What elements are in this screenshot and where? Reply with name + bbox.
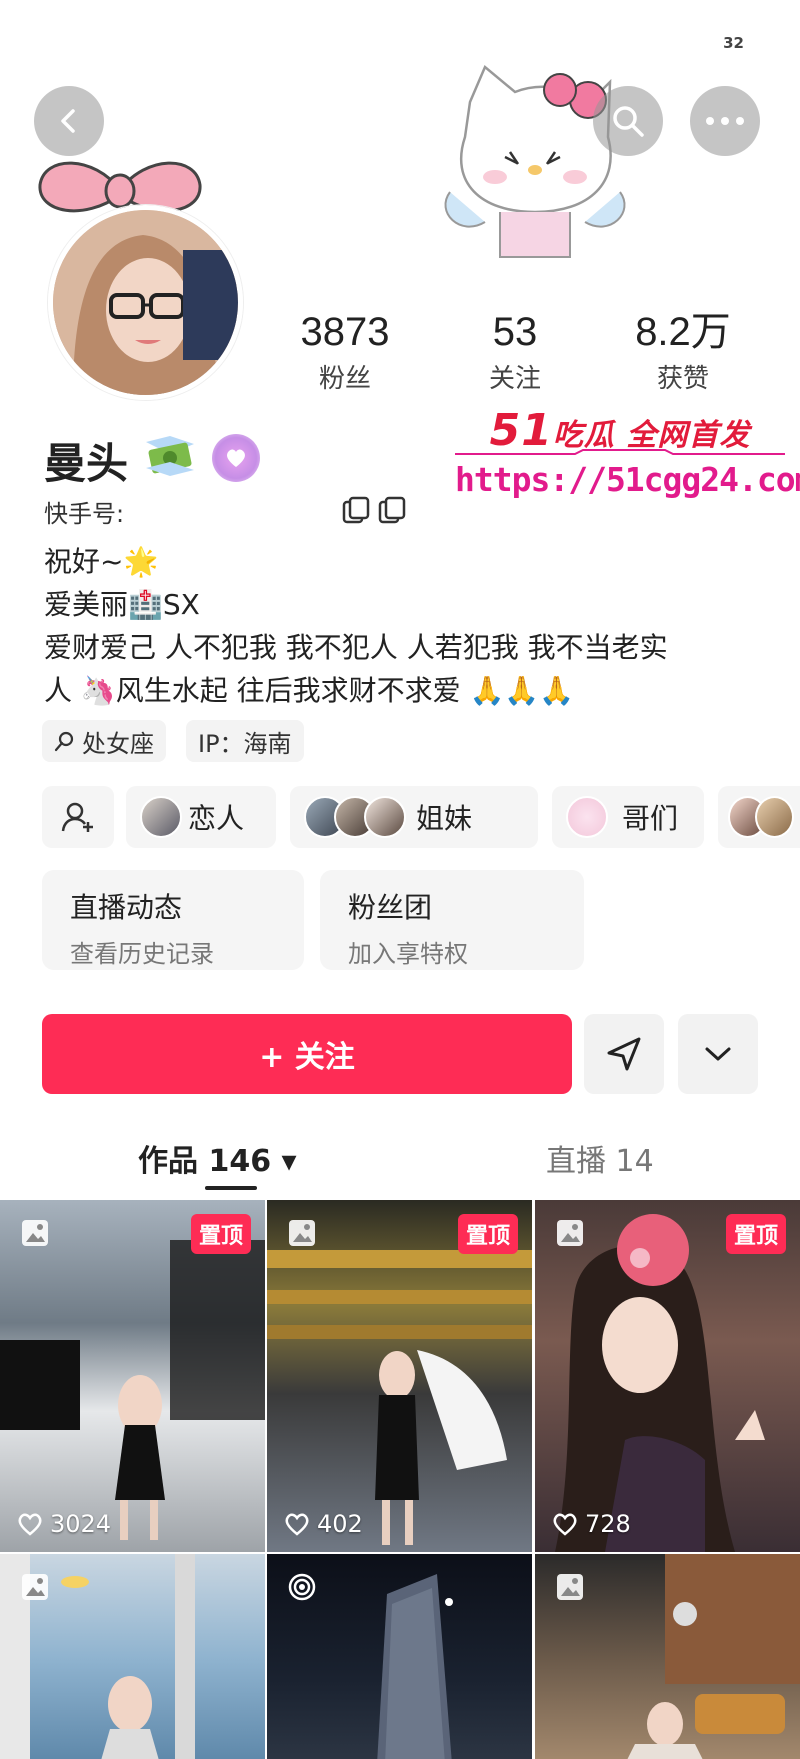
chevron-down-icon xyxy=(705,1047,731,1061)
stat-value: 8.2万 xyxy=(635,310,731,354)
stat-value: 53 xyxy=(492,310,538,354)
message-button[interactable] xyxy=(584,1014,664,1094)
add-relation-button[interactable] xyxy=(42,786,114,848)
card-subtitle: 加入享特权 xyxy=(348,940,468,968)
image-post-icon xyxy=(557,1574,583,1600)
stat-label: 获赞 xyxy=(656,364,709,394)
live-post-icon xyxy=(288,1573,316,1601)
more-button[interactable] xyxy=(690,86,760,156)
post-item[interactable] xyxy=(535,1554,800,1759)
bio-line: 人 🦄风生水起 往后我求财不求爱￼ 🙏🙏🙏 xyxy=(44,674,575,707)
post-item[interactable]: 置顶 3024 xyxy=(0,1200,265,1552)
post-item[interactable] xyxy=(267,1554,532,1759)
post-item[interactable]: 置顶 728 xyxy=(535,1200,800,1552)
image-post-icon xyxy=(22,1574,48,1600)
status-indicator: 32 xyxy=(723,34,744,52)
fan-badge-icon[interactable] xyxy=(212,434,260,482)
avatar-image xyxy=(53,210,238,395)
heart-icon xyxy=(553,1513,577,1536)
watermark-url: https://51cgg24.com xyxy=(455,460,800,499)
like-count: 402 xyxy=(283,1510,363,1538)
chevron-left-icon xyxy=(61,109,75,133)
tag-label: 处女座 xyxy=(82,729,154,758)
avatar xyxy=(566,796,608,838)
search-icon xyxy=(613,106,644,137)
relation-sisters[interactable]: 姐妹 xyxy=(290,786,538,848)
bio-line: 爱美丽🏥SX xyxy=(44,588,200,621)
tag-label: IP：海南 xyxy=(198,729,292,758)
watermark-brand-text: 吃瓜 全网首发 xyxy=(552,418,751,453)
stat-label: 关注 xyxy=(488,364,541,394)
live-history-card[interactable]: 直播动态 查看历史记录 xyxy=(42,870,304,970)
card-title: 粉丝团 xyxy=(348,891,433,924)
tag-ip: IP：海南 xyxy=(186,720,304,762)
stat-label: 粉丝 xyxy=(318,364,371,394)
stat-following[interactable]: 53 关注 xyxy=(440,308,590,395)
send-icon xyxy=(607,1037,641,1071)
tab-underline xyxy=(205,1186,257,1190)
pinned-badge: 置顶 xyxy=(190,1214,251,1254)
avatar xyxy=(364,796,406,838)
relation-label: 哥们 xyxy=(622,802,679,835)
pinned-badge: 置顶 xyxy=(457,1214,518,1254)
copy-icon[interactable] xyxy=(340,496,406,526)
image-post-icon xyxy=(557,1220,583,1246)
like-count-value: 728 xyxy=(585,1510,631,1538)
add-user-icon xyxy=(61,802,93,832)
search-icon xyxy=(54,731,74,752)
pinned-badge: 置顶 xyxy=(725,1214,786,1254)
tab-live[interactable]: 直播 14 xyxy=(546,1136,654,1180)
heart-icon xyxy=(18,1513,42,1536)
follow-label: + 关注 xyxy=(259,1040,355,1075)
tag-zodiac[interactable]: 处女座 xyxy=(42,720,166,762)
heart-icon xyxy=(285,1513,309,1536)
image-post-icon xyxy=(22,1220,48,1246)
kitty-decoration xyxy=(444,64,626,258)
relation-lover[interactable]: 恋人 xyxy=(126,786,276,848)
dropdown-button[interactable] xyxy=(678,1014,758,1094)
profile-name: 曼头 xyxy=(44,439,129,488)
kuaishou-id: 快手号: xyxy=(44,500,125,528)
watermark-line xyxy=(455,449,785,455)
more-icon xyxy=(706,117,744,125)
relation-label: 恋人 xyxy=(188,802,245,835)
post-item[interactable]: 置顶 402 xyxy=(267,1200,532,1552)
back-button[interactable] xyxy=(34,86,104,156)
stat-value: 3873 xyxy=(300,310,390,354)
search-button[interactable] xyxy=(593,86,663,156)
like-count: 3024 xyxy=(16,1510,111,1538)
bio: 祝好~🌟 爱美丽🏥SX 爱财爱己 人不犯我 我不犯人 人若犯我 我不当老实 人 … xyxy=(44,540,764,712)
like-count-value: 3024 xyxy=(50,1510,112,1538)
image-post-icon xyxy=(289,1220,315,1246)
follow-button[interactable]: + 关注 xyxy=(42,1014,572,1094)
relation-more[interactable] xyxy=(718,786,800,848)
card-subtitle: 查看历史记录 xyxy=(70,940,214,968)
fan-club-card[interactable]: 粉丝团 加入享特权 xyxy=(320,870,584,970)
stat-fans[interactable]: 3873 粉丝 xyxy=(270,308,420,395)
avatar xyxy=(755,796,794,838)
bio-line: 爱财爱己 人不犯我 我不犯人 人若犯我 我不当老实 xyxy=(44,631,668,664)
stat-likes[interactable]: 8.2万 获赞 xyxy=(608,308,758,395)
relation-label: 姐妹 xyxy=(416,802,473,835)
relation-buddies[interactable]: 哥们 xyxy=(552,786,704,848)
like-count-value: 402 xyxy=(317,1510,363,1538)
tab-works[interactable]: 作品 146 ▾ xyxy=(138,1136,297,1180)
like-count: 728 xyxy=(551,1510,631,1538)
avatar xyxy=(140,796,182,838)
avatar[interactable] xyxy=(48,205,243,400)
heart-icon xyxy=(227,449,245,467)
card-title: 直播动态 xyxy=(70,891,183,924)
bio-line: 祝好~🌟 xyxy=(44,545,159,578)
watermark: 51吃瓜 全网首发 https://51cgg24.com xyxy=(455,405,800,499)
post-item[interactable] xyxy=(0,1554,265,1759)
money-icon xyxy=(146,436,194,476)
